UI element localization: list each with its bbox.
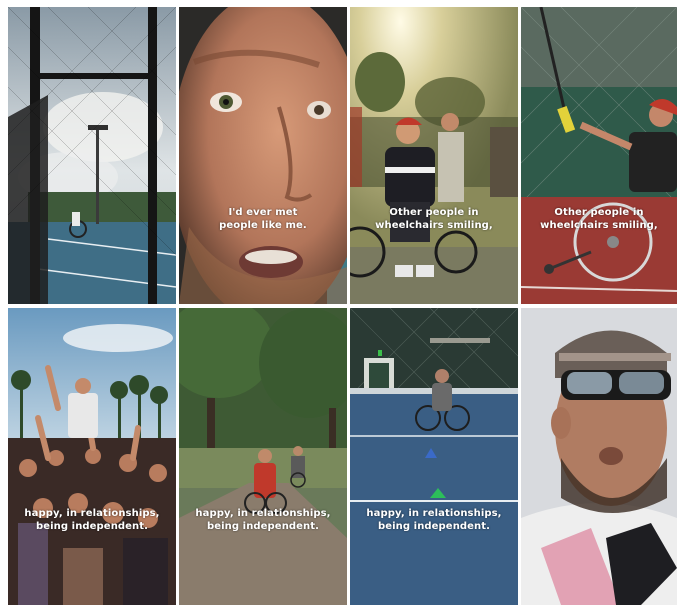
caption-line-2: wheelchairs smiling, (375, 220, 493, 231)
frame-3-image (350, 7, 518, 304)
caption-line-1: Other people in (554, 207, 644, 218)
frame-7-image (350, 308, 518, 605)
frame-5-caption: happy, in relationships, being independe… (8, 507, 176, 533)
frame-7-indoor-court: happy, in relationships, being independe… (350, 308, 518, 605)
frame-4-tennis-player: Other people in wheelchairs smiling, (521, 7, 677, 304)
caption-line-1: Other people in (389, 207, 479, 218)
caption-line-1: happy, in relationships, (366, 508, 502, 519)
frame-2-face-closeup: I'd ever met people like me. (179, 7, 347, 304)
caption-line-2: being independent. (35, 521, 149, 532)
frame-7-caption: happy, in relationships, being independe… (350, 507, 518, 533)
caption-line-2: people like me. (219, 220, 307, 231)
caption-line-1: happy, in relationships, (24, 508, 160, 519)
frame-3-boy-wheelchair: Other people in wheelchairs smiling, (350, 7, 518, 304)
frame-1-image (8, 7, 176, 304)
frame-1-court-fence (8, 7, 176, 304)
caption-line-2: wheelchairs smiling, (540, 220, 658, 231)
frame-8-image (521, 308, 677, 605)
frame-2-caption: I'd ever met people like me. (179, 206, 347, 232)
caption-line-2: being independent. (377, 521, 491, 532)
frame-2-image (179, 7, 347, 304)
caption-line-2: being independent. (206, 521, 320, 532)
frame-6-caption: happy, in relationships, being independe… (179, 507, 347, 533)
frame-5-crowd: happy, in relationships, being independe… (8, 308, 176, 605)
frame-5-image (8, 308, 176, 605)
frame-8-sunglasses-man (521, 308, 677, 605)
caption-line-1: I'd ever met (228, 207, 298, 218)
storyboard-grid: I'd ever met people like me. Other peopl… (0, 0, 678, 605)
frame-3-caption: Other people in wheelchairs smiling, (350, 206, 518, 232)
caption-line-1: happy, in relationships, (195, 508, 331, 519)
frame-4-caption: Other people in wheelchairs smiling, (521, 206, 677, 232)
frame-6-park: happy, in relationships, being independe… (179, 308, 347, 605)
frame-6-image (179, 308, 347, 605)
frame-4-image (521, 7, 677, 304)
